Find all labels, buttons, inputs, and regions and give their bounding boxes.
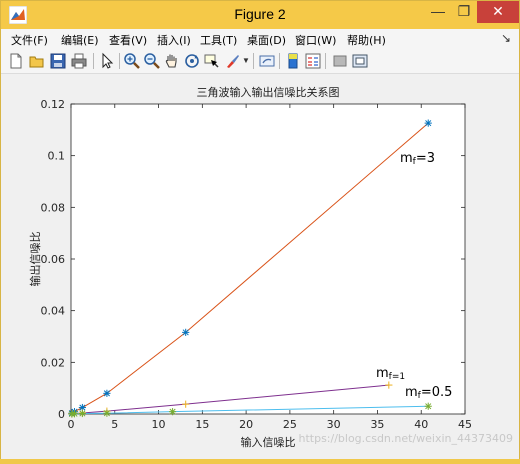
data-point (103, 389, 111, 397)
toolbar: ▼ (1, 49, 519, 74)
data-point (424, 402, 432, 410)
x-tick-label: 0 (68, 418, 75, 431)
title-bar[interactable]: Figure 2 — ❐ ✕ (1, 1, 519, 29)
data-point (168, 408, 177, 416)
toolbar-separator (325, 53, 326, 69)
pointer-icon[interactable] (98, 52, 116, 70)
y-tick-label: 0 (58, 408, 65, 421)
data-cursor-icon[interactable] (203, 52, 221, 70)
chart-title: 三角波输入输出信噪比关系图 (197, 85, 340, 99)
data-point (70, 410, 79, 418)
data-point (182, 328, 190, 336)
open-folder-icon[interactable] (28, 52, 46, 70)
data-point (424, 119, 432, 127)
data-point (78, 409, 86, 418)
menu-edit[interactable]: 编辑(E) (61, 32, 99, 48)
toolbar-separator (93, 53, 94, 69)
x-axis-label: 输入信噪比 (241, 435, 296, 449)
series-annotation: mf=0.5 (405, 385, 452, 401)
x-tick-label: 25 (283, 418, 297, 431)
y-tick-label: 0.08 (41, 201, 66, 214)
restore-button[interactable]: ❐ (451, 1, 477, 23)
x-tick-label: 5 (111, 418, 118, 431)
new-file-icon[interactable] (7, 52, 25, 70)
data-point (103, 409, 111, 417)
menu-window[interactable]: 窗口(W) (295, 32, 336, 48)
toolbar-separator (279, 53, 280, 69)
legend-icon[interactable] (304, 52, 322, 70)
save-icon[interactable] (49, 52, 67, 70)
dock-arrow-icon[interactable]: ↘ (501, 31, 511, 45)
x-tick-label: 10 (152, 418, 166, 431)
figure-canvas[interactable]: 三角波输入输出信噪比关系图 0 5 10 15 20 25 30 35 40 45 0 0.02 0.0… (1, 74, 519, 459)
menu-file[interactable]: 文件(F) (11, 32, 48, 48)
y-tick-label: 0.1 (48, 150, 66, 163)
menu-help[interactable]: 帮助(H) (347, 32, 386, 48)
x-tick-label: 45 (458, 418, 472, 431)
y-tick-label: 0.02 (41, 356, 66, 369)
toolbar-separator (119, 53, 120, 69)
x-tick-label: 20 (239, 418, 253, 431)
hide-plot-tools-icon[interactable] (331, 52, 349, 70)
toolbar-separator (253, 53, 254, 69)
x-tick-label: 40 (414, 418, 428, 431)
menu-view[interactable]: 查看(V) (109, 32, 147, 48)
pan-hand-icon[interactable] (163, 52, 181, 70)
y-tick-label: 0.12 (41, 98, 66, 111)
menu-bar: 文件(F) 编辑(E) 查看(V) 插入(I) 工具(T) 桌面(D) 窗口(W… (1, 29, 519, 49)
zoom-in-icon[interactable] (123, 52, 141, 70)
chart-svg[interactable]: 三角波输入输出信噪比关系图 0 5 10 15 20 25 30 35 40 45 0 0.02 0.0… (1, 74, 519, 459)
close-button[interactable]: ✕ (477, 1, 519, 23)
y-axis-label: 输出信噪比 (28, 232, 42, 287)
brush-icon[interactable] (223, 52, 241, 70)
colorbar-icon[interactable] (284, 52, 302, 70)
menu-tools[interactable]: 工具(T) (200, 32, 237, 48)
x-tick-label: 35 (370, 418, 384, 431)
print-icon[interactable] (70, 52, 88, 70)
brush-dropdown-icon[interactable]: ▼ (242, 52, 250, 70)
menu-insert[interactable]: 插入(I) (157, 32, 191, 48)
x-tick-label: 30 (327, 418, 341, 431)
y-tick-label: 0.04 (41, 305, 66, 318)
zoom-out-icon[interactable] (143, 52, 161, 70)
x-tick-label: 15 (195, 418, 209, 431)
menu-desktop[interactable]: 桌面(D) (247, 32, 286, 48)
link-plot-icon[interactable] (258, 52, 276, 70)
watermark: https://blog.csdn.net/weixin_44373409 (298, 432, 513, 445)
show-plot-tools-icon[interactable] (351, 52, 369, 70)
figure-window: Figure 2 — ❐ ✕ 文件(F) 编辑(E) 查看(V) 插入(I) 工… (0, 0, 520, 459)
y-tick-label: 0.06 (41, 253, 66, 266)
rotate-3d-icon[interactable] (183, 52, 201, 70)
series-annotation: mf=3 (400, 151, 435, 167)
minimize-button[interactable]: — (425, 1, 451, 23)
